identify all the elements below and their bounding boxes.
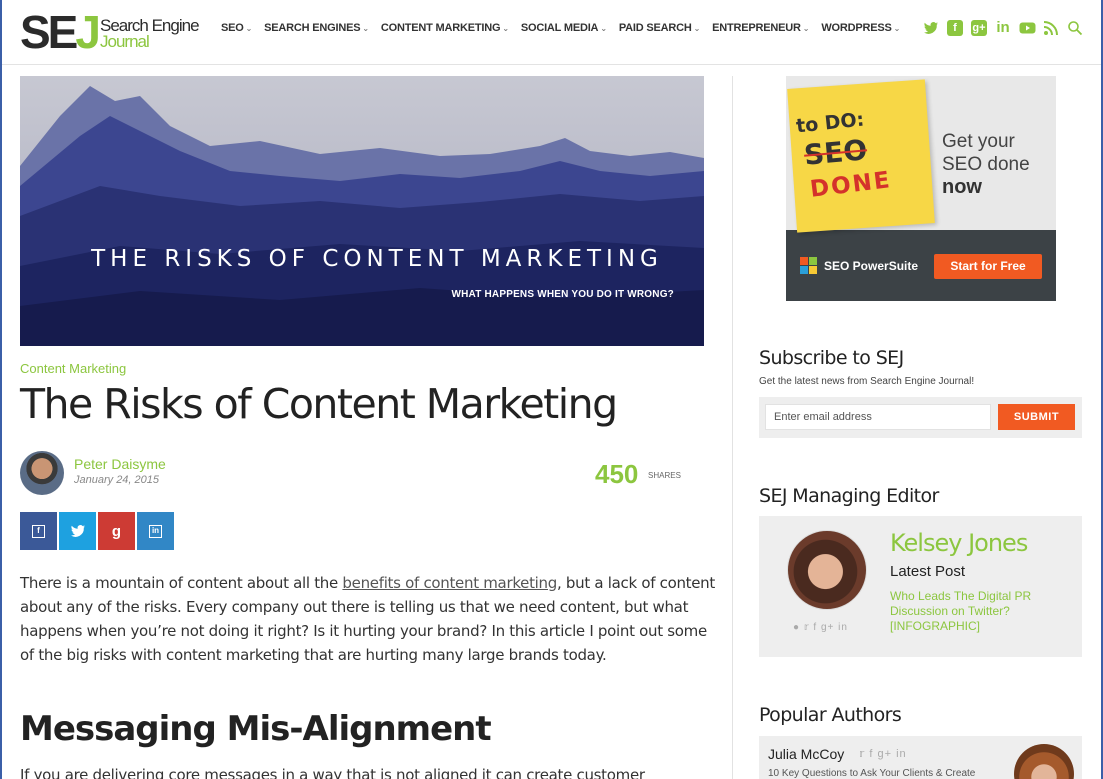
editor-name-link[interactable]: Kelsey Jones — [890, 529, 1028, 557]
facebook-share-button[interactable]: f — [20, 512, 57, 550]
ad-headline-line1: Get your — [942, 131, 1015, 152]
facebook-icon: f — [32, 524, 45, 538]
nav-item-label: SEO — [221, 22, 244, 34]
ad-headline-line3: now — [942, 176, 982, 198]
share-count: 450 — [595, 459, 639, 489]
nav-item-seo[interactable]: SEO ⌄ — [221, 22, 252, 34]
publish-date: January 24, 2015 — [74, 474, 160, 486]
main-nav: SEO ⌄ SEARCH ENGINES ⌄ CONTENT MARKETING ⌄ … — [221, 22, 912, 34]
intro-text: There is a mountain of content about all… — [20, 574, 343, 592]
latest-post-label: Latest Post — [890, 563, 966, 580]
header-social: f g+ in — [923, 20, 1083, 36]
article-intro: There is a mountain of content about all… — [20, 571, 720, 667]
section-heading: Messaging Mis-Alignment — [20, 709, 492, 749]
youtube-icon[interactable] — [1019, 20, 1036, 36]
nav-item-content-marketing[interactable]: CONTENT MARKETING ⌄ — [381, 22, 509, 34]
powersuite-logo-icon — [800, 257, 818, 275]
twitter-share-button[interactable] — [59, 512, 96, 550]
ad-headline-line2: SEO done — [942, 154, 1030, 175]
editor-heading: SEJ Managing Editor — [759, 485, 939, 507]
nav-item-label: PAID SEARCH — [618, 22, 692, 34]
nav-item-wordpress[interactable]: WORDPRESS ⌄ — [821, 22, 900, 34]
nav-item-social-media[interactable]: SOCIAL MEDIA ⌄ — [521, 22, 607, 34]
facebook-icon[interactable]: f — [947, 20, 963, 36]
rss-icon[interactable] — [1043, 20, 1059, 36]
section-paragraph: If you are delivering core messages in a… — [20, 766, 645, 779]
subscribe-description: Get the latest news from Search Engine J… — [759, 376, 975, 387]
article-category-link[interactable]: Content Marketing — [20, 361, 126, 376]
editor-social-icons[interactable]: ● 𝕣 f g+ in — [793, 622, 848, 633]
nav-item-paid-search[interactable]: PAID SEARCH ⌄ — [619, 22, 700, 34]
nav-item-label: SEARCH ENGINES — [264, 22, 361, 34]
popular-author-post-link[interactable]: 10 Key Questions to Ask Your Clients & C… — [768, 768, 975, 779]
twitter-icon — [70, 525, 85, 537]
site-header: SEJ Search Engine Journal SEO ⌄ SEARCH EN… — [2, 0, 1101, 65]
start-for-free-button[interactable]: Start for Free — [934, 254, 1042, 279]
managing-editor-card: ● 𝕣 f g+ in Kelsey Jones Latest Post Who… — [759, 516, 1082, 657]
chevron-down-icon: ⌄ — [893, 24, 901, 33]
ad-brand: SEO PowerSuite — [800, 257, 918, 275]
article-title: The Risks of Content Marketing — [20, 380, 618, 428]
subscribe-heading: Subscribe to SEJ — [759, 347, 904, 369]
google-plus-icon: g — [111, 522, 122, 540]
popular-authors-heading: Popular Authors — [759, 704, 902, 726]
chevron-down-icon: ⌄ — [802, 24, 810, 33]
twitter-icon[interactable] — [923, 20, 939, 36]
ad-brand-name: SEO PowerSuite — [824, 259, 919, 273]
latest-post-link[interactable]: Who Leads The Digital PR Discussion on T… — [890, 589, 1060, 634]
email-input[interactable]: Enter email address — [765, 404, 991, 430]
logo-mark: SEJ — [20, 6, 101, 58]
chevron-down-icon: ⌄ — [693, 24, 701, 33]
chevron-down-icon: ⌄ — [245, 24, 253, 33]
linkedin-share-button[interactable]: in — [137, 512, 174, 550]
nav-item-entrepreneur[interactable]: ENTREPRENEUR ⌄ — [712, 22, 809, 34]
author-name-link[interactable]: Peter Daisyme — [74, 456, 166, 472]
hero-subtitle: WHAT HAPPENS WHEN YOU DO IT WRONG? — [451, 289, 674, 300]
google-plus-icon[interactable]: g+ — [971, 20, 987, 36]
ad-headline: Get your SEO done now — [942, 130, 1030, 199]
popular-author-name[interactable]: Julia McCoy — [768, 746, 844, 762]
author-avatar[interactable] — [20, 451, 64, 495]
share-count-label: SHARES — [648, 471, 681, 480]
logo-mark-se: SE — [20, 6, 78, 58]
popular-author-social-icons[interactable]: 𝕣 f g+ in — [859, 747, 907, 760]
logo-text-line2: Journal — [100, 32, 150, 51]
popular-author-avatar[interactable] — [1014, 744, 1074, 779]
google-plus-share-button[interactable]: g — [98, 512, 135, 550]
submit-button[interactable]: SUBMIT — [998, 404, 1075, 430]
nav-item-label: ENTREPRENEUR — [712, 22, 801, 34]
hero-image: THE RISKS OF CONTENT MARKETING WHAT HAPP… — [20, 76, 704, 346]
chevron-down-icon: ⌄ — [502, 24, 509, 33]
search-icon[interactable] — [1067, 20, 1083, 36]
mountain-landscape — [20, 76, 704, 346]
subscribe-form: Enter email address SUBMIT — [759, 397, 1082, 438]
site-logo[interactable]: SEJ Search Engine Journal — [20, 6, 210, 58]
share-buttons: f g in — [20, 512, 174, 550]
linkedin-icon: in — [149, 524, 162, 538]
chevron-down-icon: ⌄ — [600, 24, 607, 33]
nav-item-label: CONTENT MARKETING — [380, 22, 501, 34]
linkedin-icon[interactable]: in — [995, 20, 1011, 36]
benefits-link[interactable]: benefits of content marketing — [342, 574, 557, 592]
seo-powersuite-ad[interactable]: to DO: SEO DONE Get your SEO done now SE… — [786, 76, 1056, 301]
ad-note-seo: SEO — [802, 133, 869, 172]
popular-author-card: Julia McCoy 𝕣 f g+ in 10 Key Questions t… — [759, 736, 1082, 779]
editor-avatar[interactable] — [787, 530, 867, 610]
column-divider — [732, 76, 733, 779]
logo-mark-j: J — [75, 6, 101, 58]
chevron-down-icon: ⌄ — [362, 24, 369, 33]
nav-item-label: SOCIAL MEDIA — [520, 22, 599, 34]
hero-title: THE RISKS OF CONTENT MARKETING — [91, 246, 663, 272]
nav-item-search-engines[interactable]: SEARCH ENGINES ⌄ — [264, 22, 369, 34]
nav-item-label: WORDPRESS — [821, 22, 892, 34]
